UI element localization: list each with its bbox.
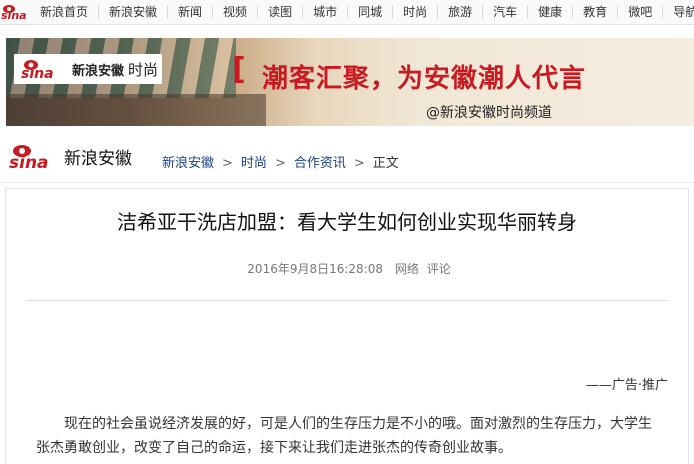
sina-logo-icon: sina — [9, 145, 49, 170]
nav-link-education[interactable]: 教育 — [572, 5, 617, 19]
article-meta: 2016年9月8日16:28:08 网络 评论 — [0, 260, 694, 277]
breadcrumb-anhui[interactable]: 新浪安徽 — [162, 156, 214, 171]
svg-text:sina: sina — [1, 9, 27, 21]
banner-channel-label: @新浪安徽时尚频道 — [426, 105, 552, 121]
breadcrumb-fashion[interactable]: 时尚 — [241, 156, 267, 171]
banner-slogan: 潮客汇聚，为安徽潮人代言 — [262, 64, 587, 94]
svg-text:sina: sina — [21, 66, 54, 80]
channel-banner[interactable]: sina 新浪安徽 时尚 [ 潮客汇聚，为安徽潮人代言 @新浪安徽时尚频道 — [6, 38, 694, 126]
article-title: 洁希亚干洗店加盟：看大学生如何创业实现华丽转身 — [117, 210, 577, 234]
article-divider — [26, 300, 668, 301]
banner-brand: 新浪安徽 — [72, 63, 125, 79]
nav-link-fashion[interactable]: 时尚 — [392, 5, 437, 19]
breadcrumb-separator: > — [222, 156, 233, 171]
site-header: sina 新浪安徽 新浪安徽 > 时尚 > 合作资讯 > 正文 — [0, 132, 694, 183]
ad-note: ——广告·推广 — [585, 378, 668, 393]
sina-eye-icon: sina — [21, 60, 54, 80]
sina-logo-small[interactable]: sina — [0, 0, 36, 24]
nav-link-travel[interactable]: 旅游 — [437, 5, 482, 19]
article-datetime: 2016年9月8日16:28:08 — [247, 262, 384, 276]
top-nav: sina 新浪首页 新浪安徽 新闻 视频 读图 城市 同城 时尚 旅游 汽车 健… — [0, 0, 694, 25]
breadcrumb-separator: > — [274, 156, 286, 171]
banner-channel-name: 时尚 — [128, 60, 159, 79]
site-logo[interactable]: sina 新浪安徽 — [8, 142, 132, 170]
nav-link-navigation[interactable]: 导航 — [662, 5, 694, 19]
article-paragraph: 现在的社会虽说经济发展的好，可是人们的生存压力是不小的哦。面对激烈的生存压力，大… — [36, 416, 652, 456]
nav-link-auto[interactable]: 汽车 — [482, 5, 527, 19]
nav-link-photos[interactable]: 读图 — [257, 5, 302, 19]
breadcrumb: 新浪安徽 > 时尚 > 合作资讯 > 正文 — [162, 152, 399, 171]
nav-link-local[interactable]: 同城 — [347, 5, 392, 19]
comment-link[interactable]: 评论 — [427, 262, 451, 276]
breadcrumb-current: 正文 — [372, 156, 399, 171]
nav-link-city[interactable]: 城市 — [302, 5, 347, 19]
site-name: 新浪安徽 — [64, 148, 132, 169]
nav-link-weiba[interactable]: 微吧 — [617, 5, 662, 19]
banner-bracket: [ — [232, 52, 246, 87]
breadcrumb-cooperation-news[interactable]: 合作资讯 — [294, 156, 346, 171]
nav-link-video[interactable]: 视频 — [212, 5, 257, 19]
banner-storefront-image — [6, 94, 266, 126]
nav-link-home[interactable]: 新浪首页 — [36, 5, 98, 19]
nav-link-anhui[interactable]: 新浪安徽 — [98, 5, 167, 19]
article-source: 网络 — [394, 262, 419, 276]
nav-link-news[interactable]: 新闻 — [167, 5, 212, 19]
nav-link-health[interactable]: 健康 — [527, 5, 572, 19]
banner-logo: sina 新浪安徽 时尚 — [14, 54, 162, 84]
breadcrumb-separator: > — [353, 156, 365, 171]
svg-text:sina: sina — [9, 153, 49, 170]
